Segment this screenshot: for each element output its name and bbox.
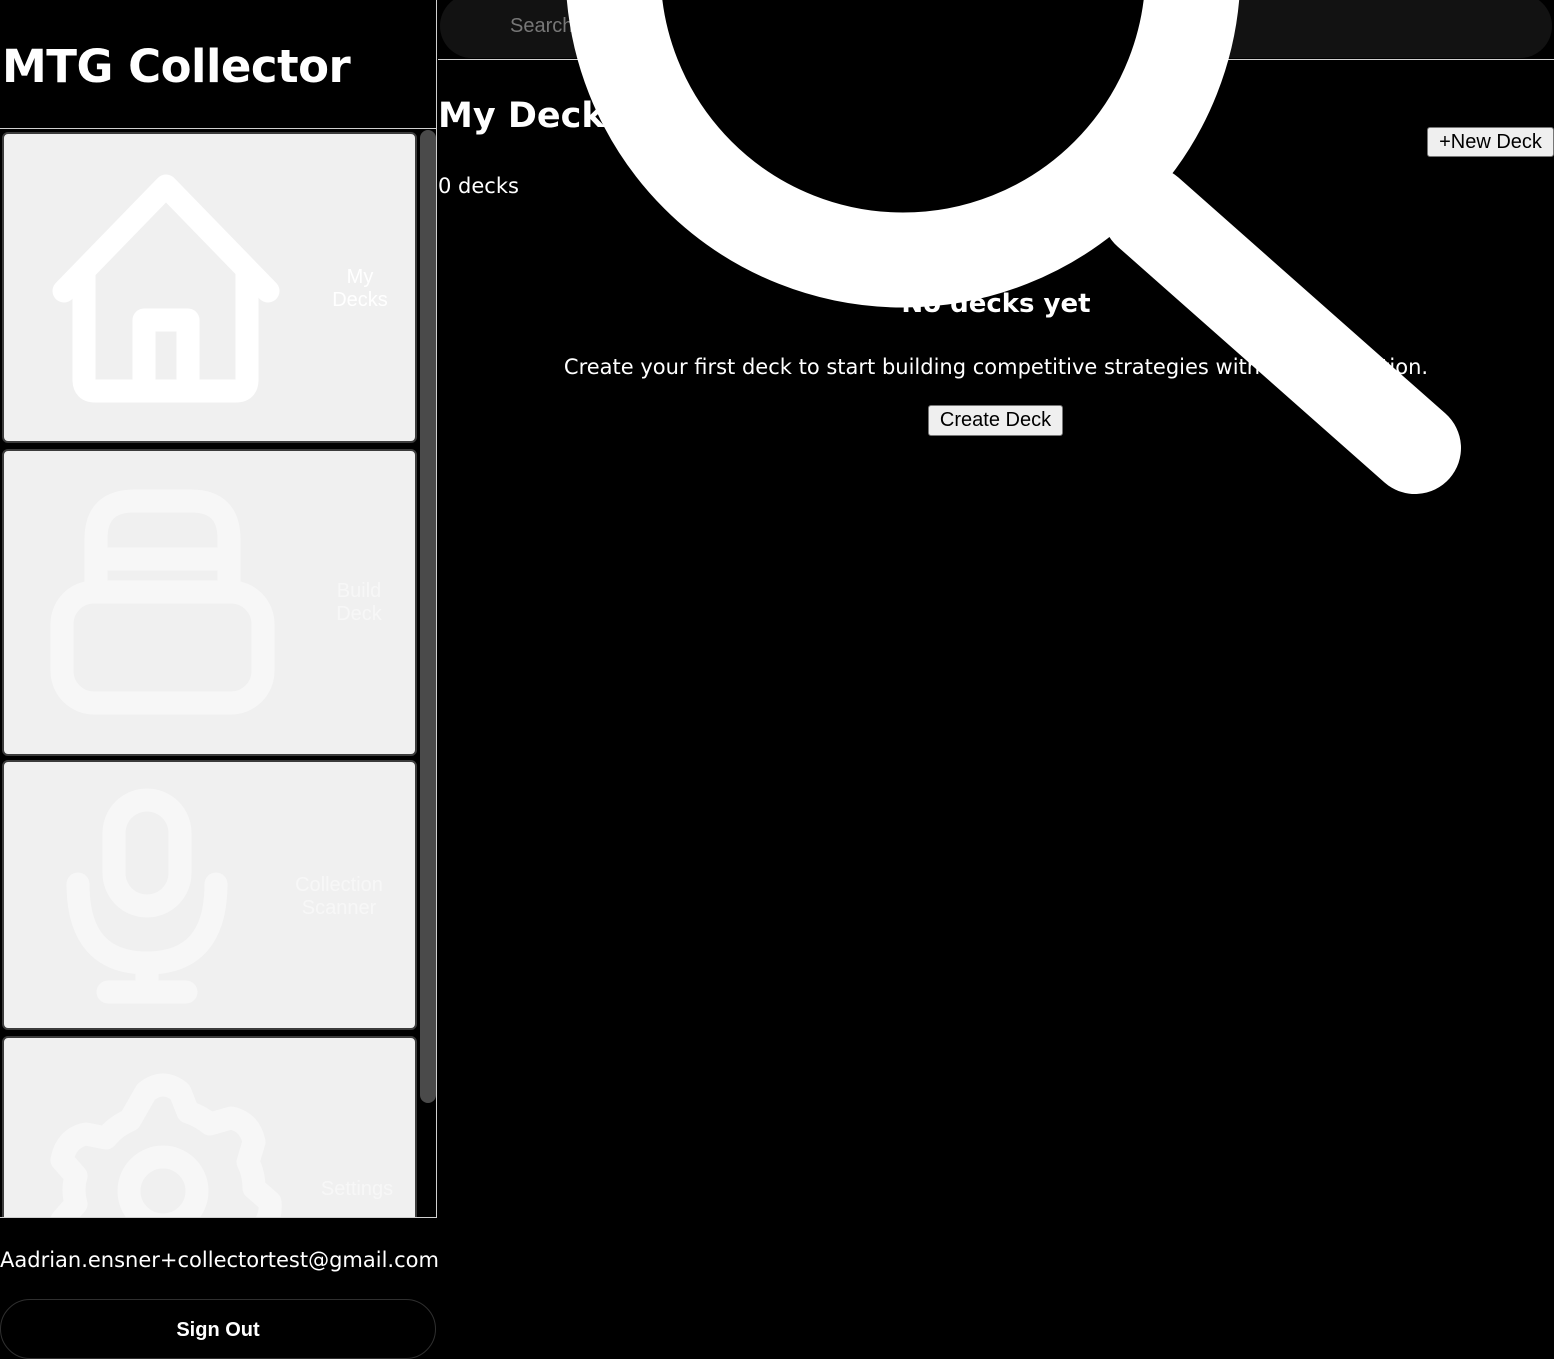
create-deck-button[interactable]: Create Deck <box>928 405 1063 436</box>
sign-out-button[interactable]: Sign Out <box>0 1299 436 1359</box>
bag-icon <box>50 489 275 715</box>
search-icon <box>566 0 1461 494</box>
empty-state-text: Create your first deck to start building… <box>563 355 1429 379</box>
page-title: My Decks <box>438 96 626 136</box>
brand-header: MTG Collector <box>0 0 437 129</box>
top-bar <box>438 0 1554 60</box>
microphone-icon <box>66 788 228 1004</box>
account-email: Aadrian.ensner+collectortest@gmail.com <box>0 1248 439 1272</box>
sidebar-item-label: Settings <box>320 1178 394 1200</box>
gear-icon <box>50 1073 282 1217</box>
sidebar-item-my-decks[interactable]: My Decks <box>2 132 417 443</box>
sidebar-item-collection-scanner[interactable]: Collection Scanner <box>2 760 417 1030</box>
sidebar-nav[interactable]: My Decks Build Deck Collection Scanner S… <box>0 130 437 1217</box>
new-deck-button[interactable]: +New Deck <box>1427 127 1554 157</box>
sidebar-item-label: Collection Scanner <box>295 874 383 919</box>
sidebar-item-label: My Decks <box>332 266 388 311</box>
home-icon <box>52 174 280 403</box>
deck-count: 0 decks <box>438 174 519 198</box>
sidebar-scrollbar[interactable] <box>419 130 437 1217</box>
sidebar: MTG Collector My Decks Build Deck Collec… <box>0 0 439 1359</box>
sidebar-item-label: Build Deck <box>336 580 382 625</box>
sidebar-item-build-deck[interactable]: Build Deck <box>2 449 417 756</box>
app-title: MTG Collector <box>2 40 351 93</box>
account-panel: Aadrian.ensner+collectortest@gmail.com S… <box>0 1217 439 1359</box>
search-input[interactable] <box>440 0 1552 58</box>
sidebar-scrollbar-thumb[interactable] <box>420 130 436 1103</box>
empty-state-title: No decks yet <box>901 289 1091 319</box>
sidebar-item-settings[interactable]: Settings <box>2 1036 417 1217</box>
